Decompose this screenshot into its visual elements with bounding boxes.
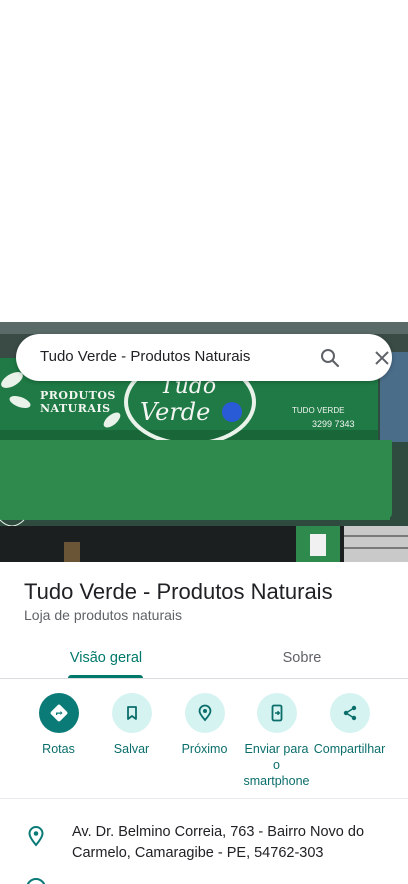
tab-overview[interactable]: Visão geral bbox=[0, 636, 212, 679]
close-icon[interactable] bbox=[370, 346, 394, 370]
location-pin-icon bbox=[24, 824, 48, 848]
directions-button[interactable]: Rotas bbox=[22, 693, 95, 757]
tab-about[interactable]: Sobre bbox=[196, 636, 408, 679]
logo-line2: Verde bbox=[140, 398, 211, 426]
nearby-icon bbox=[184, 693, 225, 733]
tab-bar: Visão geral Sobre bbox=[0, 636, 408, 679]
sign-left-line2: NATURAIS bbox=[40, 402, 111, 415]
nearby-button[interactable]: Próximo bbox=[168, 693, 241, 757]
sign-left-line1: PRODUTOS bbox=[40, 389, 116, 402]
search-bar[interactable]: Tudo Verde - Produtos Naturais bbox=[16, 334, 392, 381]
action-bar: Rotas Salvar Próximo Enviar para o smart… bbox=[0, 693, 408, 793]
share-button[interactable]: Compartilhar bbox=[313, 693, 386, 757]
place-title: Tudo Verde - Produtos Naturais bbox=[24, 579, 333, 604]
search-input[interactable]: Tudo Verde - Produtos Naturais bbox=[40, 348, 250, 365]
nearby-label: Próximo bbox=[181, 742, 228, 756]
phone-line1: TUDO VERDE bbox=[292, 406, 345, 415]
clock-icon bbox=[26, 878, 46, 884]
share-label: Compartilhar bbox=[313, 742, 386, 756]
send-to-phone-button[interactable]: Enviar para o smartphone bbox=[240, 693, 313, 789]
tab-selected-indicator bbox=[68, 675, 143, 678]
map-blank-area bbox=[0, 0, 408, 322]
address-text: Av. Dr. Belmino Correia, 763 - Bairro No… bbox=[72, 824, 365, 861]
send-to-phone-icon bbox=[256, 693, 297, 733]
send-to-phone-label: Enviar para o smartphone bbox=[243, 742, 310, 788]
save-button[interactable]: Salvar bbox=[95, 693, 168, 757]
bookmark-icon bbox=[111, 693, 152, 733]
share-icon bbox=[329, 693, 370, 733]
place-category: Loja de produtos naturais bbox=[24, 607, 182, 623]
save-label: Salvar bbox=[113, 742, 150, 756]
phone-line2: 3299 7343 bbox=[312, 419, 355, 429]
directions-label: Rotas bbox=[42, 742, 75, 756]
section-divider bbox=[0, 798, 408, 799]
directions-icon bbox=[38, 693, 79, 733]
search-icon[interactable] bbox=[318, 346, 342, 370]
